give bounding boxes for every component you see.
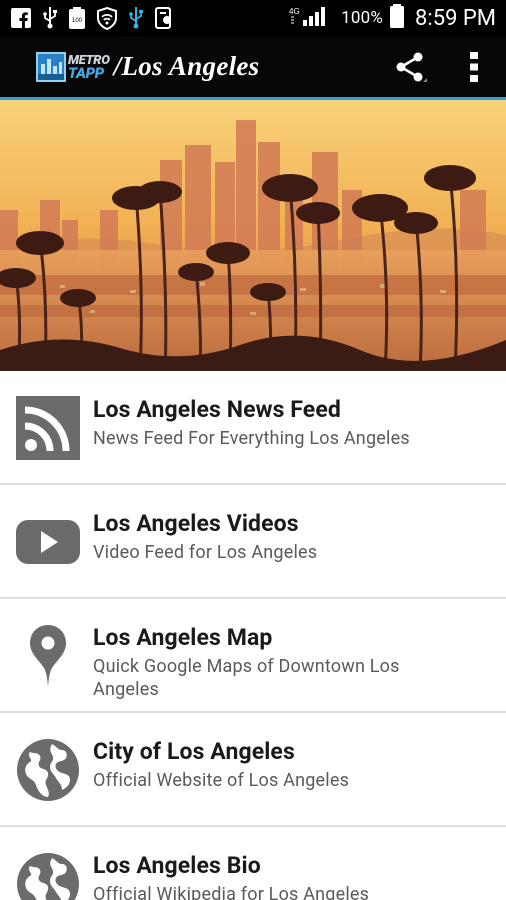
map-pin-icon: [15, 623, 81, 689]
status-bar: 100 4G 100% 8:59 PM: [0, 0, 506, 36]
usb-icon: [42, 6, 58, 30]
list-item-news-feed[interactable]: Los Angeles News Feed News Feed For Ever…: [0, 371, 506, 485]
status-time: 8:59 PM: [415, 5, 496, 31]
app-logo[interactable]: METRO TAPP: [36, 47, 110, 87]
share-button[interactable]: [378, 35, 442, 99]
screenshot-icon: [154, 6, 174, 30]
item-title: Los Angeles News Feed: [93, 396, 341, 423]
item-title: Los Angeles Map: [93, 624, 273, 651]
logo-word-tapp: TAPP: [68, 63, 104, 82]
overflow-menu-button[interactable]: [442, 35, 506, 99]
list-item-videos[interactable]: Los Angeles Videos Video Feed for Los An…: [0, 485, 506, 599]
list-item-bio[interactable]: Los Angeles Bio Official Wikipedia for L…: [0, 827, 506, 900]
item-subtitle: News Feed For Everything Los Angeles: [93, 428, 410, 449]
list-item-city[interactable]: City of Los Angeles Official Website of …: [0, 713, 506, 827]
item-subtitle: Official Wikipedia for Los Angeles: [93, 884, 370, 900]
share-icon: [396, 52, 427, 82]
overflow-menu-icon: [470, 51, 478, 82]
svg-text:4G: 4G: [289, 7, 300, 16]
wifi-shield-icon: [96, 6, 118, 30]
battery-saver-icon: 100: [68, 6, 86, 30]
facebook-icon: [10, 7, 32, 29]
los-angeles-skyline-illustration: [0, 100, 506, 371]
item-title: City of Los Angeles: [93, 738, 295, 765]
hero-image: [0, 100, 506, 371]
signal-icon: 4G: [289, 4, 335, 33]
battery-percent: 100%: [341, 8, 384, 28]
list-item-map[interactable]: Los Angeles Map Quick Google Maps of Dow…: [0, 599, 506, 713]
usb-debug-icon: [128, 6, 144, 30]
item-subtitle: Official Website of Los Angeles: [93, 770, 350, 791]
metro-tapp-logo-icon: [36, 51, 66, 82]
svg-text:100: 100: [72, 18, 83, 24]
item-subtitle: Quick Google Maps of Downtown Los Angele…: [93, 656, 400, 700]
app-bar: METRO TAPP /Los Angeles: [0, 36, 506, 100]
item-title: Los Angeles Videos: [93, 510, 299, 537]
youtube-play-icon: [15, 509, 81, 575]
menu-list: Los Angeles News Feed News Feed For Ever…: [0, 371, 506, 900]
globe-icon: [15, 851, 81, 900]
rss-feed-icon: [15, 395, 81, 461]
item-subtitle: Video Feed for Los Angeles: [93, 542, 318, 563]
battery-icon: [389, 3, 405, 34]
app-title: /Los Angeles: [113, 51, 260, 81]
globe-icon: [15, 737, 81, 803]
item-title: Los Angeles Bio: [93, 852, 261, 879]
